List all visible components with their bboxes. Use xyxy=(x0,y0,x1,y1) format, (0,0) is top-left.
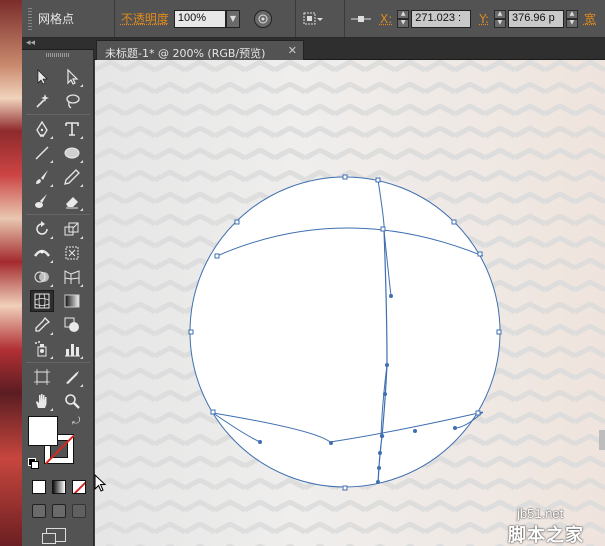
pen-tool-icon[interactable] xyxy=(30,118,54,140)
draw-inside-icon[interactable] xyxy=(72,504,86,518)
eraser-tool-icon[interactable] xyxy=(60,190,84,212)
line-segment-tool-icon[interactable] xyxy=(30,142,54,164)
tools-panel-header[interactable]: ◂◂ xyxy=(22,38,94,50)
screen-mode-icon[interactable] xyxy=(42,528,66,544)
tools-panel: ⤾ xyxy=(22,50,94,546)
gradient-mode-icon[interactable] xyxy=(52,480,66,494)
tools-separator xyxy=(26,114,90,115)
opacity-label[interactable]: 不透明度 xyxy=(121,10,169,27)
document-tab-bar: 未标题-1* @ 200% (RGB/预览) ✕ xyxy=(94,38,605,60)
shape-builder-tool-icon[interactable] xyxy=(30,266,54,288)
width-tool-icon[interactable] xyxy=(30,242,54,264)
tool-name-group: 网格点 xyxy=(22,0,115,37)
draw-normal-icon[interactable] xyxy=(32,504,46,518)
none-mode-icon[interactable] xyxy=(72,480,86,494)
document-tab[interactable]: 未标题-1* @ 200% (RGB/预览) ✕ xyxy=(96,40,304,60)
mesh-tool-icon[interactable] xyxy=(30,290,54,312)
rotate-tool-icon[interactable] xyxy=(30,218,54,240)
y-label: Y: xyxy=(479,11,489,26)
reference-point-icon[interactable] xyxy=(350,14,371,24)
document-tab-title: 未标题-1* @ 200% (RGB/预览) xyxy=(105,47,266,60)
close-icon[interactable]: ✕ xyxy=(288,44,297,57)
transform-group: X: ▲ ▼ 271.023 : Y: ▲ ▼ 376.96 p ▲ ▼ 宽 xyxy=(345,0,605,37)
opacity-input[interactable]: 100% xyxy=(173,9,226,28)
hand-tool-icon[interactable] xyxy=(30,390,54,412)
opacity-group: 不透明度 100% ▼ xyxy=(115,0,297,37)
y-stepper[interactable]: ▲ ▼ xyxy=(493,9,506,28)
recolor-artwork-icon[interactable] xyxy=(253,9,272,28)
align-group xyxy=(296,0,345,37)
color-mode-icon[interactable] xyxy=(32,480,46,494)
gradient-tool-icon[interactable] xyxy=(60,290,84,312)
isolate-selection-icon[interactable] xyxy=(302,11,324,27)
width-label[interactable]: 宽 xyxy=(584,10,596,27)
lasso-tool-icon[interactable] xyxy=(60,90,84,112)
desktop-wallpaper xyxy=(0,0,22,546)
tools-grip-icon[interactable] xyxy=(46,53,70,57)
panel-grip-icon[interactable] xyxy=(28,7,32,30)
watermark-url: jb51.net xyxy=(517,506,564,521)
vertical-scrollbar[interactable] xyxy=(599,430,605,450)
column-graph-tool-icon[interactable] xyxy=(60,338,84,360)
artboard-tool-icon[interactable] xyxy=(30,366,54,388)
blend-tool-icon[interactable] xyxy=(60,314,84,336)
control-bar: 网格点 不透明度 100% ▼ X: ▲ ▼ 271.023 : Y: ▲ ▼ 37… xyxy=(22,0,605,38)
free-transform-tool-icon[interactable] xyxy=(60,242,84,264)
pencil-tool-icon[interactable] xyxy=(60,166,84,188)
perspective-grid-tool-icon[interactable] xyxy=(60,266,84,288)
scale-tool-icon[interactable] xyxy=(60,218,84,240)
ellipse-tool-icon[interactable] xyxy=(60,142,84,164)
eyedropper-tool-icon[interactable] xyxy=(30,314,54,336)
x-input[interactable]: 271.023 : xyxy=(411,9,472,28)
draw-behind-icon[interactable] xyxy=(52,504,66,518)
fill-color-swatch[interactable] xyxy=(28,416,58,446)
blob-brush-tool-icon[interactable] xyxy=(30,190,54,212)
artboard-canvas[interactable] xyxy=(95,60,605,546)
paintbrush-tool-icon[interactable] xyxy=(30,166,54,188)
slice-tool-icon[interactable] xyxy=(60,366,84,388)
y-unit-stepper[interactable]: ▲ ▼ xyxy=(565,9,578,28)
direct-selection-tool-icon[interactable] xyxy=(60,66,84,88)
default-fill-stroke-icon[interactable] xyxy=(28,458,39,469)
mesh-artwork[interactable] xyxy=(95,60,605,546)
current-tool-name: 网格点 xyxy=(38,12,75,26)
tools-separator xyxy=(26,362,90,363)
selection-tool-icon[interactable] xyxy=(30,66,54,88)
swap-fill-stroke-icon[interactable]: ⤾ xyxy=(72,416,84,428)
opacity-dropdown-icon[interactable]: ▼ xyxy=(225,9,240,28)
cursor-icon xyxy=(94,474,107,492)
symbol-sprayer-tool-icon[interactable] xyxy=(30,338,54,360)
watermark-site: 脚本之家 xyxy=(508,525,584,546)
y-input[interactable]: 376.96 p xyxy=(507,9,564,28)
type-tool-icon[interactable] xyxy=(60,118,84,140)
magic-wand-tool-icon[interactable] xyxy=(30,90,54,112)
x-stepper[interactable]: ▲ ▼ xyxy=(397,9,410,28)
zoom-tool-icon[interactable] xyxy=(60,390,84,412)
tools-separator xyxy=(26,214,90,215)
x-label: X: xyxy=(379,11,393,26)
